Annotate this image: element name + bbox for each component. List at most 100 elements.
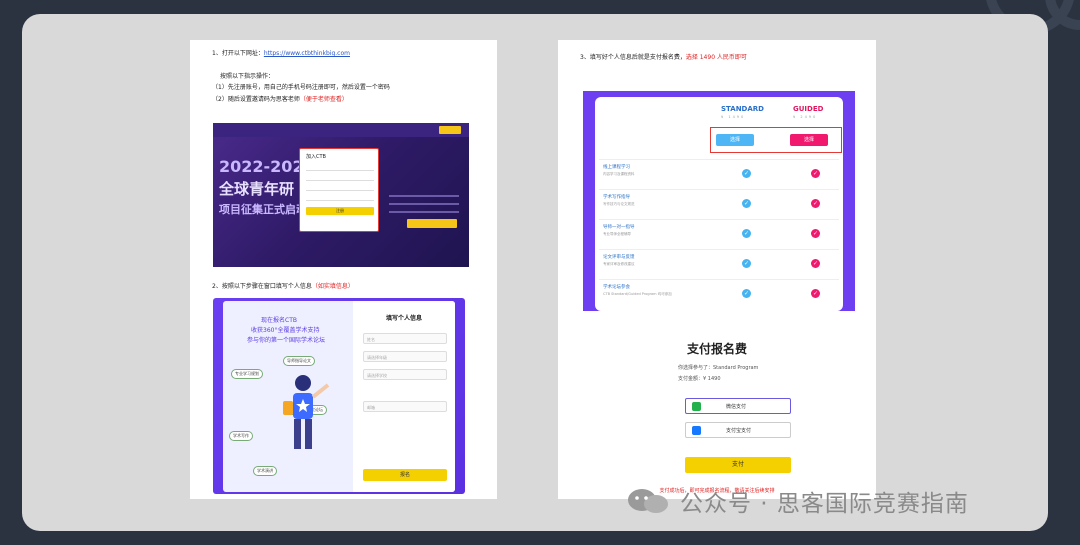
step2-text: 2、按照以下步骤在窗口填写个人信息 [212, 283, 312, 290]
pay-button: 支付 [685, 457, 791, 473]
feature-desc: 写作技巧与论文规范 [603, 202, 635, 206]
step3-line: 3、填写好个人信息后就是支付报名费，选择 1490 人民币即可 [580, 54, 747, 62]
check-icon: ✓ [742, 229, 751, 238]
screenshot-side-line [389, 211, 459, 213]
feature-title: 论文评审与反馈 [603, 255, 635, 260]
name-placeholder: 姓名 [367, 337, 375, 342]
feature-bubble: 学术写作 [229, 431, 253, 441]
step1-prefix: 1、打开以下网址： [212, 50, 264, 57]
feature-row: 学术论坛参会 CTB Standard/Guided Program 均可参加 … [599, 279, 839, 309]
screenshot-inner-panel: 现在报名CTB 收获360°全覆盖学术支持 参与你的第一个国际学术论坛 导师指导… [223, 301, 455, 492]
alipay-label: 支付宝支付 [726, 428, 752, 434]
plan-standard-label: STANDARD [721, 105, 764, 113]
payment-program-line: 你选择参与了：Standard Program [678, 365, 759, 371]
feature-desc: 专家评审及修改建议 [603, 262, 635, 266]
modal-register-button: 注册 [306, 207, 374, 215]
wechat-pay-label: 微信支付 [726, 404, 747, 410]
step2-line: 2、按照以下步骤在窗口填写个人信息（如实填信息） [212, 283, 354, 291]
document-page-left: 1、打开以下网址：https://www.ctbthinkbig.com 按照以… [190, 40, 497, 499]
check-icon: ✓ [742, 289, 751, 298]
modal-field [306, 175, 374, 181]
school-placeholder: 请选择学校 [367, 373, 387, 378]
price-guided: ¥ 2490 [793, 115, 818, 119]
step1-line: 1、打开以下网址：https://www.ctbthinkbig.com [212, 50, 350, 58]
screenshot-plan-selection: STANDARD GUIDED ¥ 1490 ¥ 2490 选择 选择 线上课程… [583, 91, 855, 311]
check-icon: ✓ [811, 169, 820, 178]
watermark-text: 公众号 · 思客国际竞赛指南 [680, 491, 969, 517]
screenshot-register-modal: 加入CTB 注册 [299, 148, 379, 232]
screenshot-nav-button [439, 126, 461, 134]
check-icon: ✓ [742, 259, 751, 268]
feature-row: 线上课程学习 内容学习及课程资料 ✓ ✓ [599, 159, 839, 189]
check-icon: ✓ [811, 289, 820, 298]
school-select: 请选择学校 [363, 369, 447, 380]
select-guided-button: 选择 [790, 134, 828, 146]
step1-item2: （2）随后设置邀请码为思客老师（便于老师查看） [212, 96, 348, 104]
alipay-option: 支付宝支付 [685, 422, 791, 438]
feature-title: 学术论坛参会 [603, 285, 630, 290]
document-page-right: 3、填写好个人信息后就是支付报名费，选择 1490 人民币即可 STANDARD… [558, 40, 876, 499]
price-standard: ¥ 1490 [721, 115, 746, 119]
check-icon: ✓ [742, 199, 751, 208]
feature-desc: 专业导师全程辅导 [603, 232, 631, 236]
signup-button: 报名 [363, 469, 447, 481]
step3-note: 选择 1490 人民币即可 [685, 54, 747, 61]
content-frame: 1、打开以下网址：https://www.ctbthinkbig.com 按照以… [22, 14, 1048, 531]
step1-item2-text: （2）随后设置邀请码为思客老师 [212, 96, 300, 103]
feature-bubble: 专业学习规划 [231, 369, 263, 379]
personal-info-form: 填写个人信息 姓名 请选择年级 请选择学校 邮箱 报名 [353, 301, 455, 492]
check-icon: ✓ [811, 229, 820, 238]
modal-title: 加入CTB [306, 154, 326, 160]
promo-line3: 参与你的第一个国际学术论坛 [247, 337, 326, 344]
promo-line1: 现在报名CTB [261, 317, 297, 324]
check-icon: ✓ [811, 199, 820, 208]
name-field: 姓名 [363, 333, 447, 344]
feature-row: 导师一对一指导 专业导师全程辅导 ✓ ✓ [599, 219, 839, 249]
grade-placeholder: 请选择年级 [367, 355, 387, 360]
payment-title: 支付报名费 [686, 342, 747, 356]
screenshot-title-line2: 全球青年研 [219, 180, 295, 198]
feature-title: 线上课程学习 [603, 165, 630, 170]
feature-row: 论文评审与反馈 专家评审及修改建议 ✓ ✓ [599, 249, 839, 279]
wechat-logo-icon [628, 489, 668, 513]
feature-row: 学术写作指导 写作技巧与论文规范 ✓ ✓ [599, 189, 839, 219]
step2-note: （如实填信息） [311, 283, 354, 290]
grade-select: 请选择年级 [363, 351, 447, 362]
promo-line2: 收获360°全覆盖学术支持 [251, 327, 320, 334]
step3-text: 3、填写好个人信息后就是支付报名费， [580, 54, 686, 61]
modal-register-label: 注册 [336, 208, 344, 213]
modal-field [306, 195, 374, 201]
check-icon: ✓ [742, 169, 751, 178]
screenshot-title-line3: 项目征集正式启动 [219, 203, 307, 216]
step1-item2-note: （便于老师查看） [299, 96, 348, 103]
payment-amount-line: 支付金额：¥ 1490 [678, 376, 721, 382]
wechat-pay-option: 微信支付 [685, 398, 791, 414]
modal-field [306, 165, 374, 171]
screenshot-navbar [213, 123, 469, 137]
person-illustration-icon [283, 375, 330, 449]
feature-title: 导师一对一指导 [603, 225, 635, 230]
screenshot-personal-info: 现在报名CTB 收获360°全覆盖学术支持 参与你的第一个国际学术论坛 导师指导… [213, 298, 465, 494]
step1-instruction: 按照以下指示操作： [220, 73, 275, 80]
email-placeholder: 邮箱 [367, 405, 375, 410]
alipay-icon [692, 426, 701, 435]
modal-field [306, 185, 374, 191]
feature-bubble: 学术演讲 [253, 466, 277, 476]
screenshot-side-button [407, 219, 457, 228]
screenshot-registration: 2022-2023 CTB 全球青年研 项目征集正式启动 加入CTB 注册 [213, 123, 469, 267]
screenshot-side-line [389, 195, 459, 197]
email-field: 邮箱 [363, 401, 447, 412]
feature-bubble: 导师指导论文 [283, 356, 315, 366]
step1-item1: （1）先注册账号，用自己的手机号码注册即可，然后设置一个密码 [212, 84, 390, 91]
wechat-icon [692, 402, 701, 411]
plan-comparison-card: STANDARD GUIDED ¥ 1490 ¥ 2490 选择 选择 线上课程… [595, 97, 843, 311]
select-standard-button: 选择 [716, 134, 754, 146]
wechat-watermark: 公众号 · 思客国际竞赛指南 [626, 484, 969, 518]
feature-desc: 内容学习及课程资料 [603, 172, 635, 176]
check-icon: ✓ [811, 259, 820, 268]
screenshot-side-line [389, 203, 459, 205]
plan-guided-label: GUIDED [793, 105, 824, 113]
feature-title: 学术写作指导 [603, 195, 630, 200]
feature-desc: CTB Standard/Guided Program 均可参加 [603, 292, 672, 296]
ctb-website-link[interactable]: https://www.ctbthinkbig.com [264, 50, 350, 57]
